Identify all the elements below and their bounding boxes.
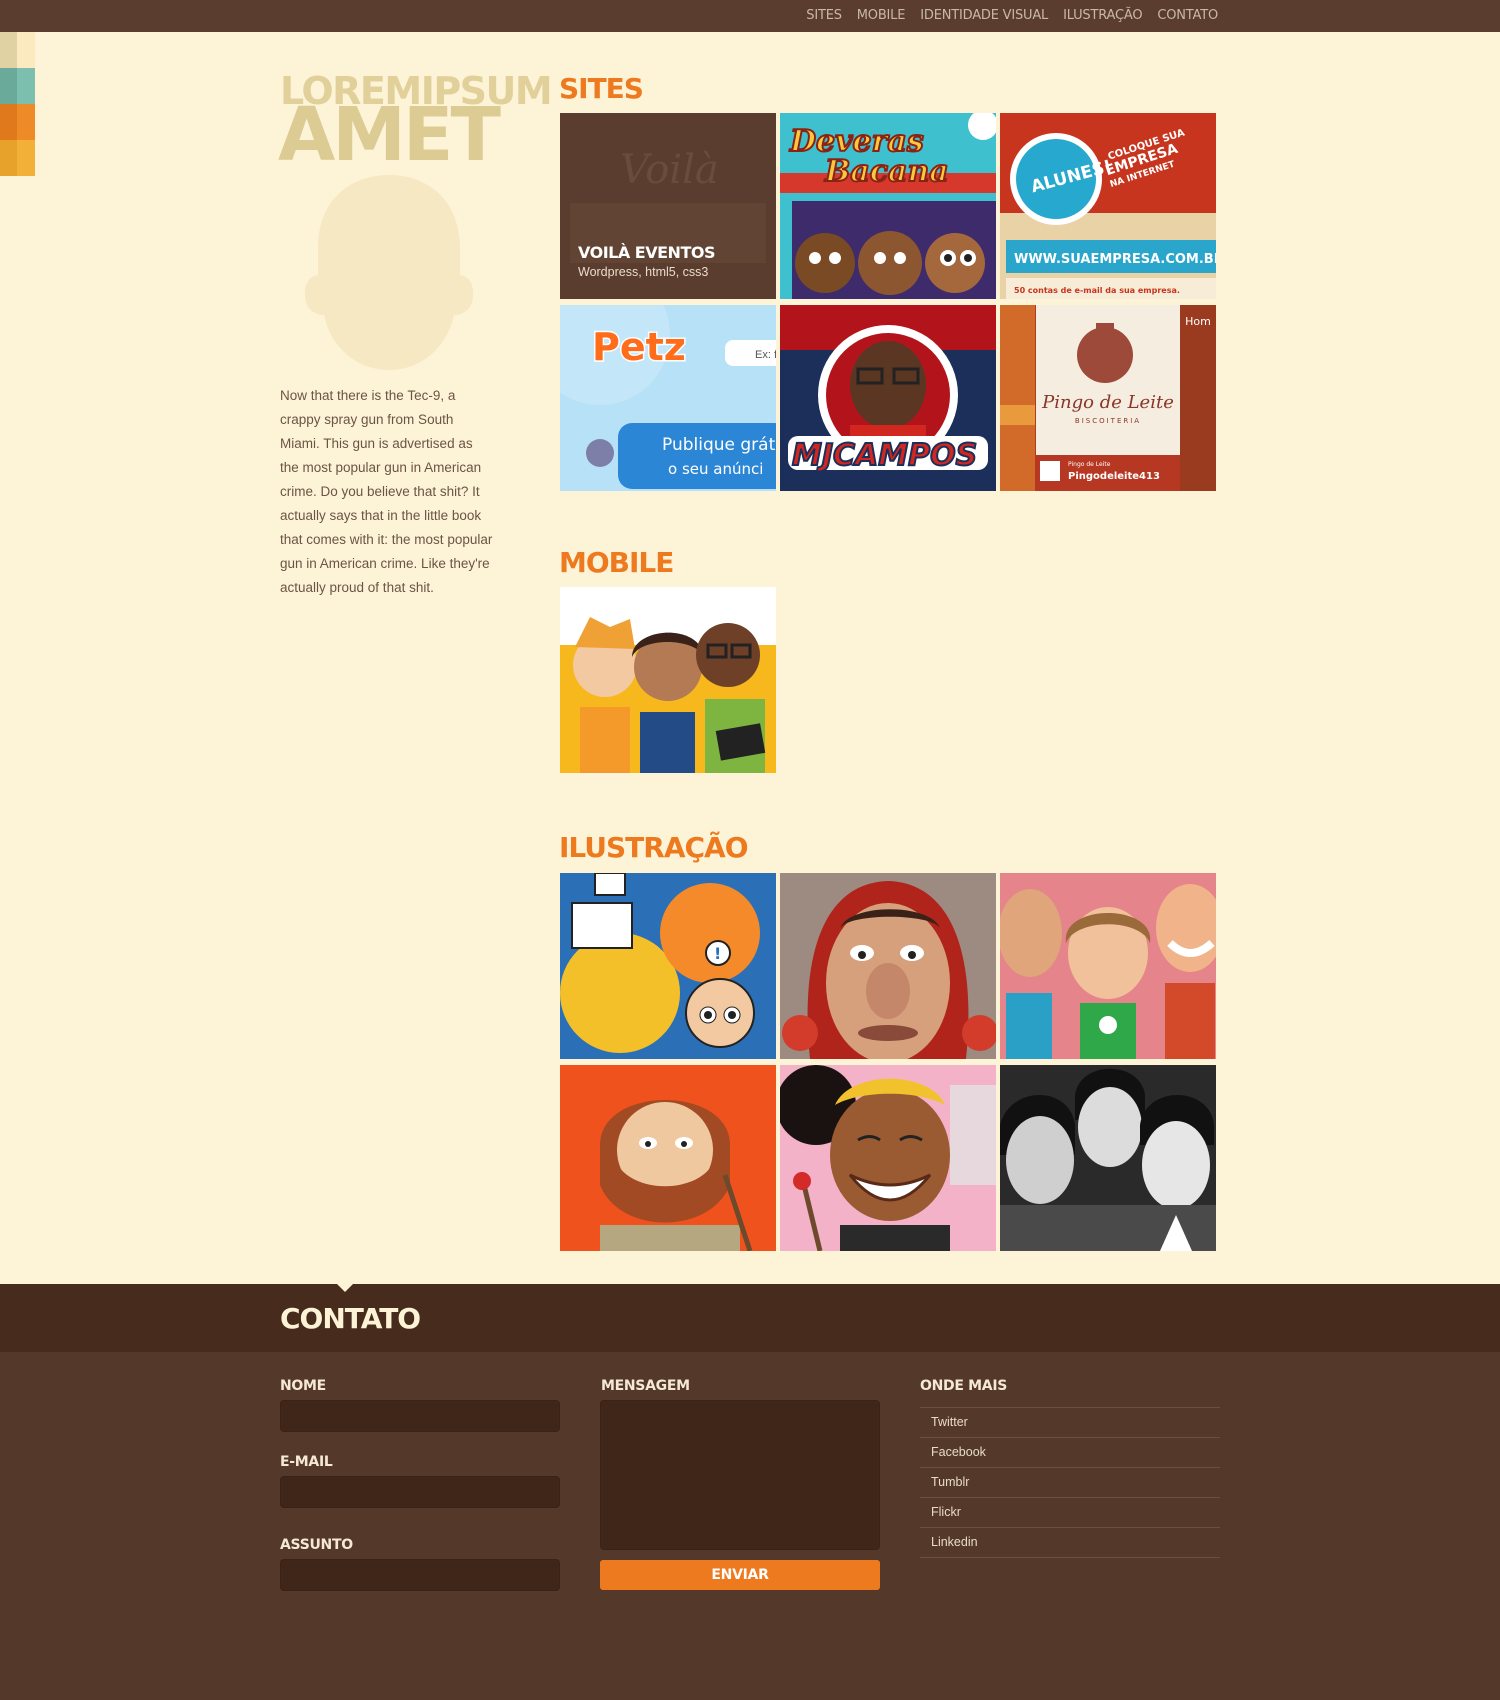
section-title-ilustracao: ILUSTRAÇÃO: [559, 831, 749, 864]
svg-text:!: !: [714, 944, 721, 963]
send-button[interactable]: ENVIAR: [600, 1560, 880, 1590]
swatch: [0, 140, 17, 176]
social-item: Tumblr: [920, 1468, 1220, 1498]
site-tile-suaempresa[interactable]: ALUNES! COLOQUE SUA EMPRESA NA INTERNET …: [1000, 113, 1216, 299]
social-item: Twitter: [920, 1408, 1220, 1438]
social-link-twitter[interactable]: Twitter: [920, 1408, 1220, 1437]
nav-contato[interactable]: CONTATO: [1157, 8, 1218, 23]
petz-logo: Petz: [592, 325, 686, 369]
mjcampos-artwork: MJCAMPOS: [780, 305, 996, 491]
suaempresa-note: 50 contas de e-mail da sua empresa.: [1014, 286, 1180, 295]
site-tile-voila[interactable]: Voilà VOILÀ EVENTOS Wordpress, html5, cs…: [560, 113, 776, 299]
site-tile-pingo-de-leite[interactable]: Hom Pingo de Leite BISCOITERIA Pingo de …: [1000, 305, 1216, 491]
social-link-facebook[interactable]: Facebook: [920, 1438, 1220, 1467]
petz-promo2: o seu anúnci: [668, 460, 763, 478]
mobile-tile-people[interactable]: [560, 587, 776, 773]
swatch: [17, 32, 35, 68]
mjcampos-logo: MJCAMPOS: [792, 438, 977, 473]
email-field[interactable]: [280, 1476, 560, 1508]
contact-pointer-arrow: [335, 1282, 355, 1292]
nav-identidade-visual[interactable]: IDENTIDADE VISUAL: [920, 8, 1048, 23]
tile-overlay: Voilà VOILÀ EVENTOS Wordpress, html5, cs…: [560, 113, 776, 299]
caricature-trio-artwork: [1000, 873, 1216, 1059]
swatch-row-yellow: [0, 140, 35, 176]
site-tile-mjcampos[interactable]: MJCAMPOS: [780, 305, 996, 491]
site-tile-petz[interactable]: Ex: f Petz Publique grát o seu anúnci: [560, 305, 776, 491]
nav-mobile[interactable]: MOBILE: [857, 8, 906, 23]
name-field[interactable]: [280, 1400, 560, 1432]
message-field[interactable]: [600, 1400, 880, 1550]
suaempresa-url: WWW.SUAEMPRESA.COM.BR: [1014, 252, 1216, 267]
brand-title: AMET: [278, 92, 501, 178]
site-tile-deveras-bacana[interactable]: Deveras Bacana: [780, 113, 996, 299]
nav-ilustracao[interactable]: ILUSTRAÇÃO: [1063, 8, 1142, 23]
deveras-bacana-artwork: Deveras Bacana: [780, 113, 996, 299]
caricature-band-artwork: [1000, 1065, 1216, 1251]
social-link-tumblr[interactable]: Tumblr: [920, 1468, 1220, 1497]
social-link-linkedin[interactable]: Linkedin: [920, 1528, 1220, 1557]
swatch: [17, 104, 35, 140]
social-item: Linkedin: [920, 1528, 1220, 1558]
top-nav-bar: SITES MOBILE IDENTIDADE VISUAL ILUSTRAÇÃ…: [0, 0, 1500, 32]
illustration-tile-doodle[interactable]: !: [560, 873, 776, 1059]
caricature-painter-artwork: [780, 1065, 996, 1251]
caricature-hood-artwork: [780, 873, 996, 1059]
pingo-de-leite-artwork: Hom Pingo de Leite BISCOITERIA Pingo de …: [1000, 305, 1216, 491]
pingo-brand: Pingo de Leite: [1041, 392, 1174, 413]
illustration-tile-beard[interactable]: [560, 1065, 776, 1251]
social-links-list: Twitter Facebook Tumblr Flickr Linkedin: [920, 1407, 1220, 1558]
suaempresa-artwork: ALUNES! COLOQUE SUA EMPRESA NA INTERNET …: [1000, 113, 1216, 299]
swatch: [0, 104, 17, 140]
swatch: [17, 68, 35, 104]
social-item: Facebook: [920, 1438, 1220, 1468]
doodle-artwork: !: [560, 873, 776, 1059]
section-title-mobile: MOBILE: [559, 546, 674, 579]
tile-title: VOILÀ EVENTOS: [578, 243, 715, 262]
illustration-tile-band[interactable]: [1000, 1065, 1216, 1251]
social-link-flickr[interactable]: Flickr: [920, 1498, 1220, 1527]
pingo-sub: BISCOITERIA: [1075, 417, 1141, 425]
pingo-tab: Hom: [1185, 315, 1211, 328]
avatar-placeholder-icon: [304, 175, 474, 370]
name-label: NOME: [280, 1378, 326, 1394]
tile-subtitle: Wordpress, html5, css3: [578, 265, 709, 279]
subject-field[interactable]: [280, 1559, 560, 1591]
social-item: Flickr: [920, 1498, 1220, 1528]
mobile-people-artwork: [560, 587, 776, 773]
petz-promo1: Publique grát: [662, 435, 776, 455]
svg-text:Voilà: Voilà: [620, 147, 719, 193]
caricature-beard-artwork: [560, 1065, 776, 1251]
contact-header-band: [0, 1284, 1500, 1352]
more-places-label: ONDE MAIS: [920, 1378, 1008, 1394]
illustration-tile-trio[interactable]: [1000, 873, 1216, 1059]
petz-search: Ex: f: [755, 349, 776, 361]
section-title-sites: SITES: [559, 72, 644, 105]
petz-artwork: Ex: f Petz Publique grát o seu anúnci: [560, 305, 776, 491]
swatch-row-beige: [0, 32, 35, 68]
swatch: [17, 140, 35, 176]
bio-text: Now that there is the Tec-9, a crappy sp…: [280, 388, 493, 595]
bacana-word: Bacana: [824, 154, 949, 189]
message-label: MENSAGEM: [601, 1378, 690, 1394]
pingo-handle: Pingodeleite413: [1068, 471, 1160, 482]
contact-title: CONTATO: [280, 1302, 421, 1335]
nav-sites[interactable]: SITES: [806, 8, 842, 23]
subject-label: ASSUNTO: [280, 1537, 353, 1553]
swatch-row-orange: [0, 104, 35, 140]
swatch-row-teal: [0, 68, 35, 104]
swatch: [0, 32, 17, 68]
illustration-tile-hood[interactable]: [780, 873, 996, 1059]
swatch: [0, 68, 17, 104]
email-label: E-MAIL: [280, 1454, 333, 1470]
pingo-handle-small: Pingo de Leite: [1068, 461, 1111, 468]
illustration-tile-painter[interactable]: [780, 1065, 996, 1251]
color-swatches: [0, 32, 35, 176]
top-nav: SITES MOBILE IDENTIDADE VISUAL ILUSTRAÇÃ…: [806, 8, 1218, 23]
